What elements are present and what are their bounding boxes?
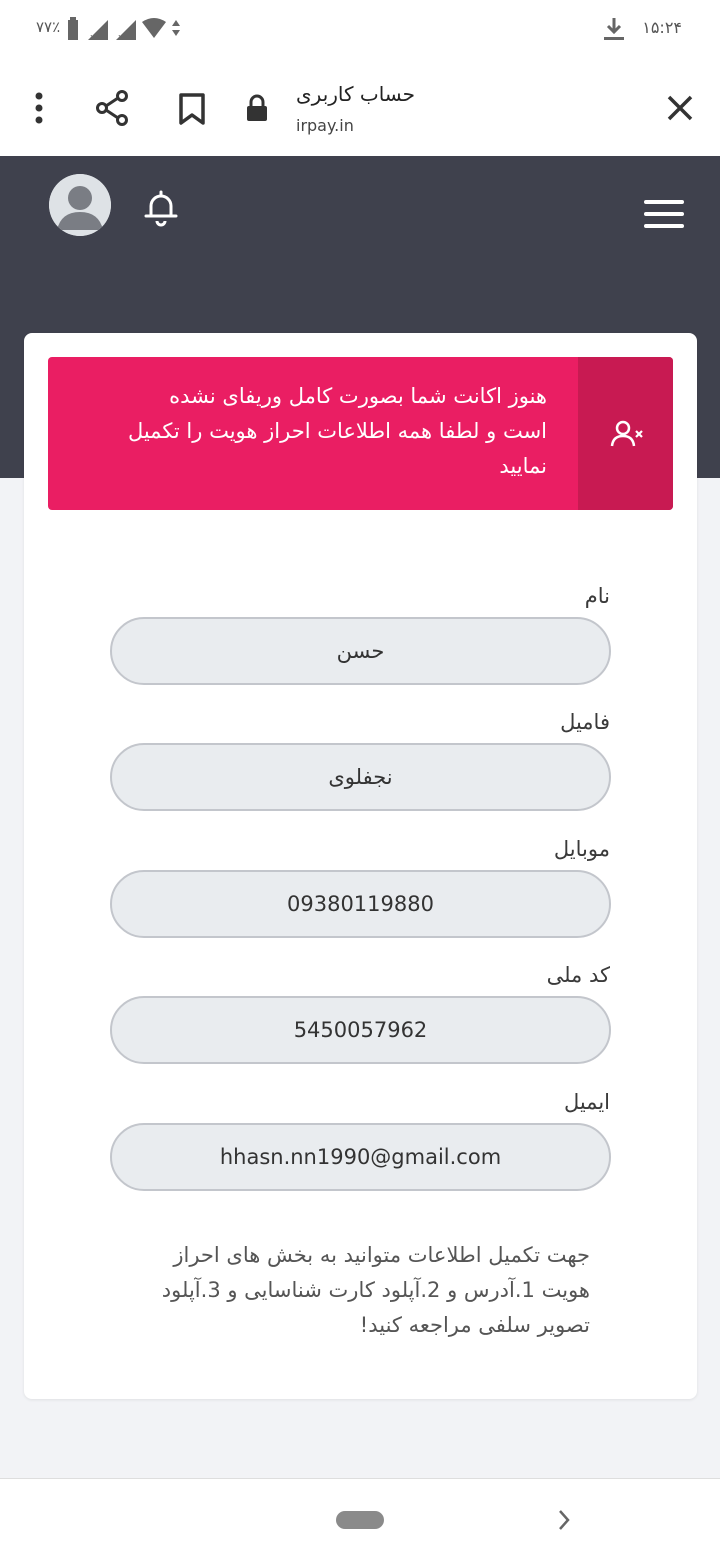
svg-text:x: x xyxy=(118,33,124,42)
more-options-icon[interactable] xyxy=(30,92,48,124)
menu-icon[interactable] xyxy=(644,198,684,230)
user-remove-icon xyxy=(610,420,643,447)
first-name-label: نام xyxy=(584,584,610,608)
download-icon xyxy=(604,18,624,40)
last-name-input[interactable] xyxy=(110,743,611,811)
last-name-label: فامیل xyxy=(560,710,610,734)
email-label: ایمیل xyxy=(563,1090,610,1114)
svg-text:x: x xyxy=(90,33,96,42)
page-url[interactable]: irpay.in xyxy=(296,116,354,135)
national-code-input[interactable] xyxy=(110,996,611,1064)
share-icon[interactable] xyxy=(94,90,130,126)
national-code-label: کد ملی xyxy=(546,963,610,987)
chevron-right-icon[interactable] xyxy=(554,1507,574,1533)
alert-message: هنوز اکانت شما بصورت کامل وریفای نشده اس… xyxy=(127,384,547,478)
close-icon[interactable] xyxy=(666,94,694,122)
mobile-input[interactable] xyxy=(110,870,611,938)
status-bar: ۷۷٪ x x ۱۵:۲۴ xyxy=(0,0,720,60)
lock-icon xyxy=(247,94,267,121)
browser-toolbar: حساب کاربری irpay.in xyxy=(0,60,720,156)
home-pill[interactable] xyxy=(336,1511,384,1529)
first-name-input[interactable] xyxy=(110,617,611,685)
system-status-icons: x x xyxy=(68,17,180,42)
battery-percent: ۷۷٪ xyxy=(36,18,61,36)
user-avatar-icon xyxy=(49,174,111,236)
help-text: جهت تکمیل اطلاعات متوانید به بخش های احر… xyxy=(161,1243,590,1337)
clock: ۱۵:۲۴ xyxy=(642,18,682,37)
email-input[interactable] xyxy=(110,1123,611,1191)
avatar[interactable] xyxy=(49,174,111,236)
mobile-label: موبایل xyxy=(553,837,610,861)
verification-alert: هنوز اکانت شما بصورت کامل وریفای نشده اس… xyxy=(48,357,673,510)
page-title: حساب کاربری xyxy=(296,82,416,106)
alert-icon-box xyxy=(578,357,673,510)
bell-icon[interactable] xyxy=(143,188,179,228)
system-nav-bar xyxy=(0,1478,720,1560)
bookmark-icon[interactable] xyxy=(178,92,206,126)
